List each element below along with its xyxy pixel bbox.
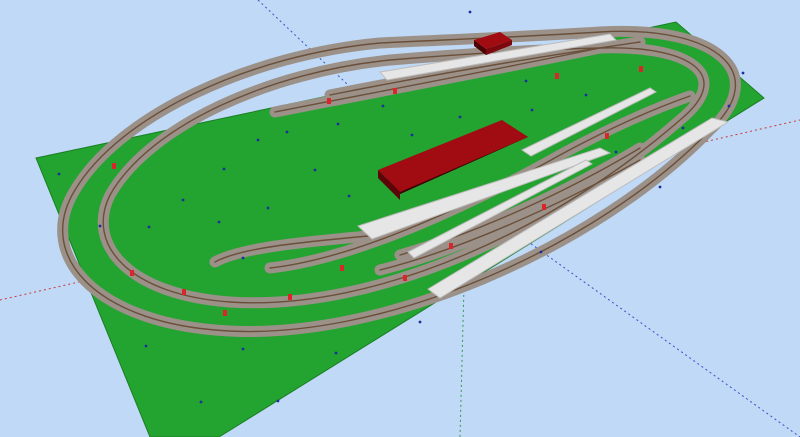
marker-dot — [222, 167, 226, 171]
marker-dot — [147, 225, 151, 229]
marker-dot — [410, 133, 414, 137]
marker-dot — [524, 79, 528, 83]
tie-marker — [639, 66, 643, 72]
marker-dot — [98, 224, 102, 228]
tie-marker — [112, 163, 116, 169]
marker-dot — [241, 256, 245, 260]
marker-dot — [584, 93, 588, 97]
marker-dot — [57, 172, 61, 176]
tie-marker — [393, 88, 397, 94]
marker-dot — [334, 351, 338, 355]
marker-dot — [381, 104, 385, 108]
layout-scene[interactable] — [0, 0, 800, 437]
marker-dot — [256, 138, 260, 142]
marker-dot — [241, 347, 245, 351]
tie-marker — [555, 73, 559, 79]
marker-dot — [658, 185, 662, 189]
tie-marker — [327, 98, 331, 104]
tie-marker — [223, 310, 227, 316]
marker-dot — [468, 10, 472, 14]
marker-dot — [313, 168, 317, 172]
marker-dot — [276, 399, 280, 403]
marker-dot — [530, 108, 534, 112]
marker-dot — [336, 122, 340, 126]
marker-dot — [347, 194, 351, 198]
marker-dot — [418, 320, 422, 324]
marker-dot — [614, 150, 618, 154]
tie-marker — [449, 243, 453, 249]
marker-dot — [199, 400, 203, 404]
marker-dot — [741, 71, 745, 75]
marker-dot — [458, 115, 462, 119]
tie-marker — [288, 294, 292, 300]
tie-marker — [340, 265, 344, 271]
tie-marker — [182, 289, 186, 295]
tie-marker — [403, 275, 407, 281]
tie-marker — [605, 133, 609, 139]
marker-dot — [217, 220, 221, 224]
marker-dot — [539, 250, 543, 254]
marker-dot — [681, 126, 685, 130]
marker-dot — [727, 104, 731, 108]
marker-dot — [285, 130, 289, 134]
3d-viewport[interactable] — [0, 0, 800, 437]
marker-dot — [144, 344, 148, 348]
tie-marker — [542, 204, 546, 210]
marker-dot — [181, 198, 185, 202]
tie-marker — [130, 270, 134, 276]
marker-dot — [266, 206, 270, 210]
